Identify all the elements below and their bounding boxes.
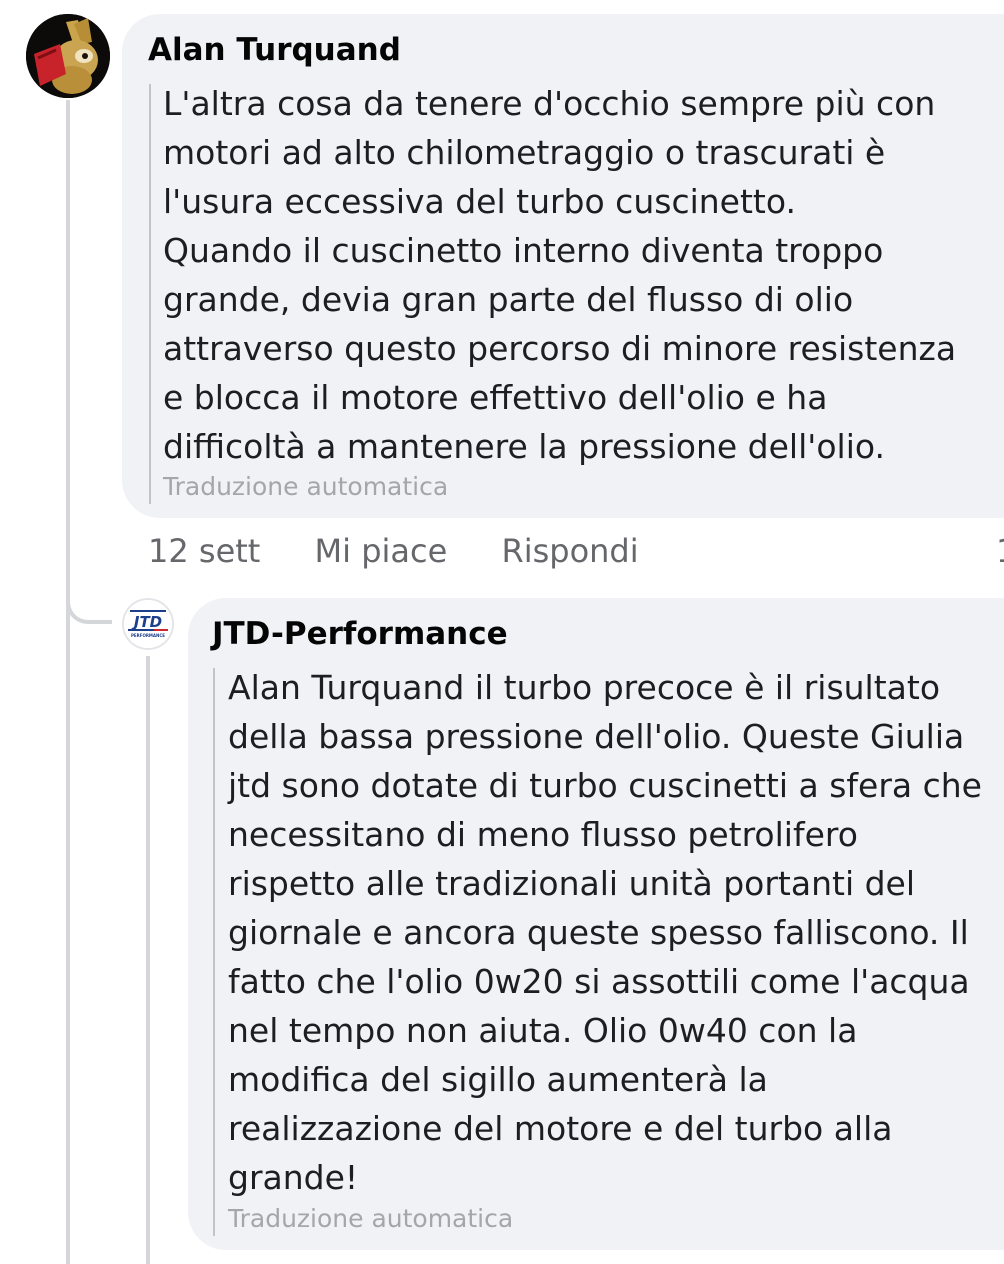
comment-author[interactable]: Alan Turquand: [148, 32, 401, 68]
auto-translation-label[interactable]: Traduzione automatica: [228, 1204, 513, 1233]
reply-text-line: Alan Turquand il turbo precoce è il risu…: [228, 668, 941, 707]
thread-line: [66, 100, 70, 1264]
reply-text-line: necessitano di meno flusso petrolifero: [228, 815, 858, 854]
comment-text-line: motori ad alto chilometraggio o trascura…: [163, 133, 886, 172]
comment-text-line: L'altra cosa da tenere d'occhio sempre p…: [163, 84, 936, 123]
reply-author[interactable]: JTD-Performance: [212, 616, 508, 652]
reply-text-line: jtd sono dotate di turbo cuscinetti a sf…: [228, 766, 982, 805]
comment-text-line: l'usura eccessiva del turbo cuscinetto.: [163, 182, 796, 221]
comment-text-line: e blocca il motore effettivo dell'olio e…: [163, 378, 828, 417]
logo-text: JTD: [131, 613, 162, 631]
comment-text: L'altra cosa da tenere d'occhio sempre p…: [163, 79, 956, 471]
rabbit-cartoon-avatar-icon: [26, 14, 110, 98]
comment-text-line: attraverso questo percorso di minore res…: [163, 329, 957, 368]
jtd-performance-logo-icon: JTD PERFORMANCE: [124, 600, 172, 648]
reply-text-line: della bassa pressione dell'olio. Queste …: [228, 717, 965, 756]
reply-text: Alan Turquand il turbo precoce è il risu…: [228, 663, 982, 1202]
reaction-count[interactable]: 1: [996, 532, 1004, 570]
reply-button[interactable]: Rispondi: [501, 532, 638, 570]
logo-subtext: PERFORMANCE: [131, 633, 165, 638]
reply-text-line: modifica del sigillo aumenterà la: [228, 1060, 768, 1099]
reply-avatar[interactable]: JTD PERFORMANCE: [122, 598, 174, 650]
reply-text-line: fatto che l'olio 0w20 si assottili come …: [228, 962, 970, 1001]
comment-text-line: grande, devia gran parte del flusso di o…: [163, 280, 854, 319]
reply-connector: [66, 590, 112, 624]
comment-timestamp[interactable]: 12 sett: [148, 532, 260, 570]
translation-indicator-bar: [149, 84, 151, 504]
reply-text-line: realizzazione del motore e del turbo all…: [228, 1109, 893, 1148]
like-button[interactable]: Mi piace: [315, 532, 448, 570]
comment-actions: 12 sett Mi piace Rispondi: [148, 532, 639, 570]
reply-thread-line: [146, 656, 150, 1264]
reply-text-line: rispetto alle tradizionali unità portant…: [228, 864, 916, 903]
translation-indicator-bar: [213, 668, 215, 1236]
reply-text-line: nel tempo non aiuta. Olio 0w40 con la: [228, 1011, 858, 1050]
comment-text-line: difficoltà a mantenere la pressione dell…: [163, 427, 885, 466]
reply-text-line: grande!: [228, 1158, 359, 1197]
reply-text-line: giornale e ancora queste spesso fallisco…: [228, 913, 969, 952]
avatar[interactable]: [26, 14, 110, 98]
comment-text-line: Quando il cuscinetto interno diventa tro…: [163, 231, 884, 270]
auto-translation-label[interactable]: Traduzione automatica: [163, 472, 448, 501]
